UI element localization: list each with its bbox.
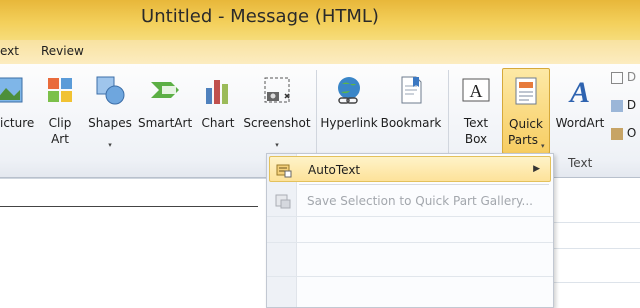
quick-parts-icon <box>515 77 537 105</box>
screenshot-label: Screenshot <box>243 116 311 130</box>
small-button-2-label: D <box>626 98 637 112</box>
smartart-icon <box>151 82 179 98</box>
tab-text[interactable]: ext <box>0 44 19 58</box>
smartart-label: SmartArt <box>138 116 193 130</box>
hyperlink-label: Hyperlink <box>320 116 378 130</box>
quick-parts-dropdown-caret: ▾ <box>541 142 545 150</box>
window-title: Untitled - Message (HTML) <box>141 6 379 27</box>
wordart-label: WordArt <box>555 116 605 130</box>
bookmark-label: Bookmark <box>380 116 442 130</box>
menu-body-line <box>267 276 553 277</box>
screenshot-button[interactable]: Screenshot ▾ <box>242 64 312 154</box>
tab-review[interactable]: Review <box>41 44 84 58</box>
text-box-label-1: Text <box>463 116 489 130</box>
chart-icon <box>206 80 228 104</box>
shapes-icon <box>96 76 125 105</box>
menu-item-autotext[interactable]: AutoText ▶ <box>269 156 551 182</box>
header-divider <box>0 178 268 179</box>
object-icon <box>611 127 623 140</box>
ribbon-tab-row: ext Review <box>0 40 640 64</box>
text-group-small-buttons: D D O <box>611 70 636 154</box>
text-box-button[interactable]: A Text Box <box>454 64 498 154</box>
clip-art-button[interactable]: Clip Art <box>40 64 80 154</box>
small-button-1-label: D <box>626 70 637 84</box>
small-button-3-label: O <box>626 126 637 140</box>
picture-label: icture <box>0 116 35 130</box>
svg-text:A: A <box>470 81 483 101</box>
chart-button[interactable]: Chart <box>198 64 238 154</box>
quick-parts-label-1: Quick <box>509 117 543 131</box>
group-label-text: Text <box>568 156 593 170</box>
screenshot-icon <box>264 77 290 103</box>
submenu-arrow-icon: ▶ <box>533 164 540 174</box>
menu-body-line <box>267 242 553 243</box>
title-bar: Untitled - Message (HTML) <box>0 0 640 40</box>
chart-label: Chart <box>201 116 235 130</box>
screenshot-dropdown-caret: ▾ <box>275 141 279 149</box>
small-button-2[interactable]: D <box>611 98 636 126</box>
picture-icon <box>0 77 23 103</box>
save-to-gallery-icon <box>275 194 291 209</box>
text-box-label-2: Box <box>464 132 488 146</box>
wordart-button[interactable]: A WordArt <box>552 64 608 154</box>
menu-divider <box>299 184 549 185</box>
date-time-icon <box>611 99 623 112</box>
shapes-dropdown-caret: ▾ <box>108 141 112 149</box>
menu-item-save-selection[interactable]: Save Selection to Quick Part Gallery... <box>269 188 551 214</box>
hyperlink-icon <box>338 77 360 104</box>
hyperlink-button[interactable]: Hyperlink <box>320 64 378 154</box>
clip-art-label-1: Clip <box>48 116 72 130</box>
subject-underline <box>0 206 258 207</box>
menu-body-line <box>267 216 553 217</box>
small-button-1[interactable]: D <box>611 70 636 98</box>
shapes-button[interactable]: Shapes ▾ <box>86 64 134 154</box>
svg-text:A: A <box>568 76 590 106</box>
bookmark-icon <box>401 76 422 104</box>
shapes-label: Shapes <box>88 116 132 130</box>
quick-parts-menu: AutoText ▶ Save Selection to Quick Part … <box>266 153 554 308</box>
save-selection-label: Save Selection to Quick Part Gallery... <box>307 194 533 208</box>
autotext-label: AutoText <box>308 163 361 177</box>
picture-button[interactable]: icture <box>0 64 34 154</box>
wordart-icon: A <box>568 76 590 106</box>
smartart-button[interactable]: SmartArt <box>138 64 192 154</box>
drop-cap-icon <box>611 71 623 84</box>
autotext-icon <box>276 164 292 178</box>
small-button-3[interactable]: O <box>611 126 636 154</box>
bookmark-button[interactable]: Bookmark <box>380 64 442 154</box>
text-box-icon: A <box>462 78 490 102</box>
clip-art-icon <box>48 78 72 102</box>
quick-parts-button[interactable]: Quick Parts ▾ <box>502 68 550 154</box>
clip-art-label-2: Art <box>51 132 69 146</box>
